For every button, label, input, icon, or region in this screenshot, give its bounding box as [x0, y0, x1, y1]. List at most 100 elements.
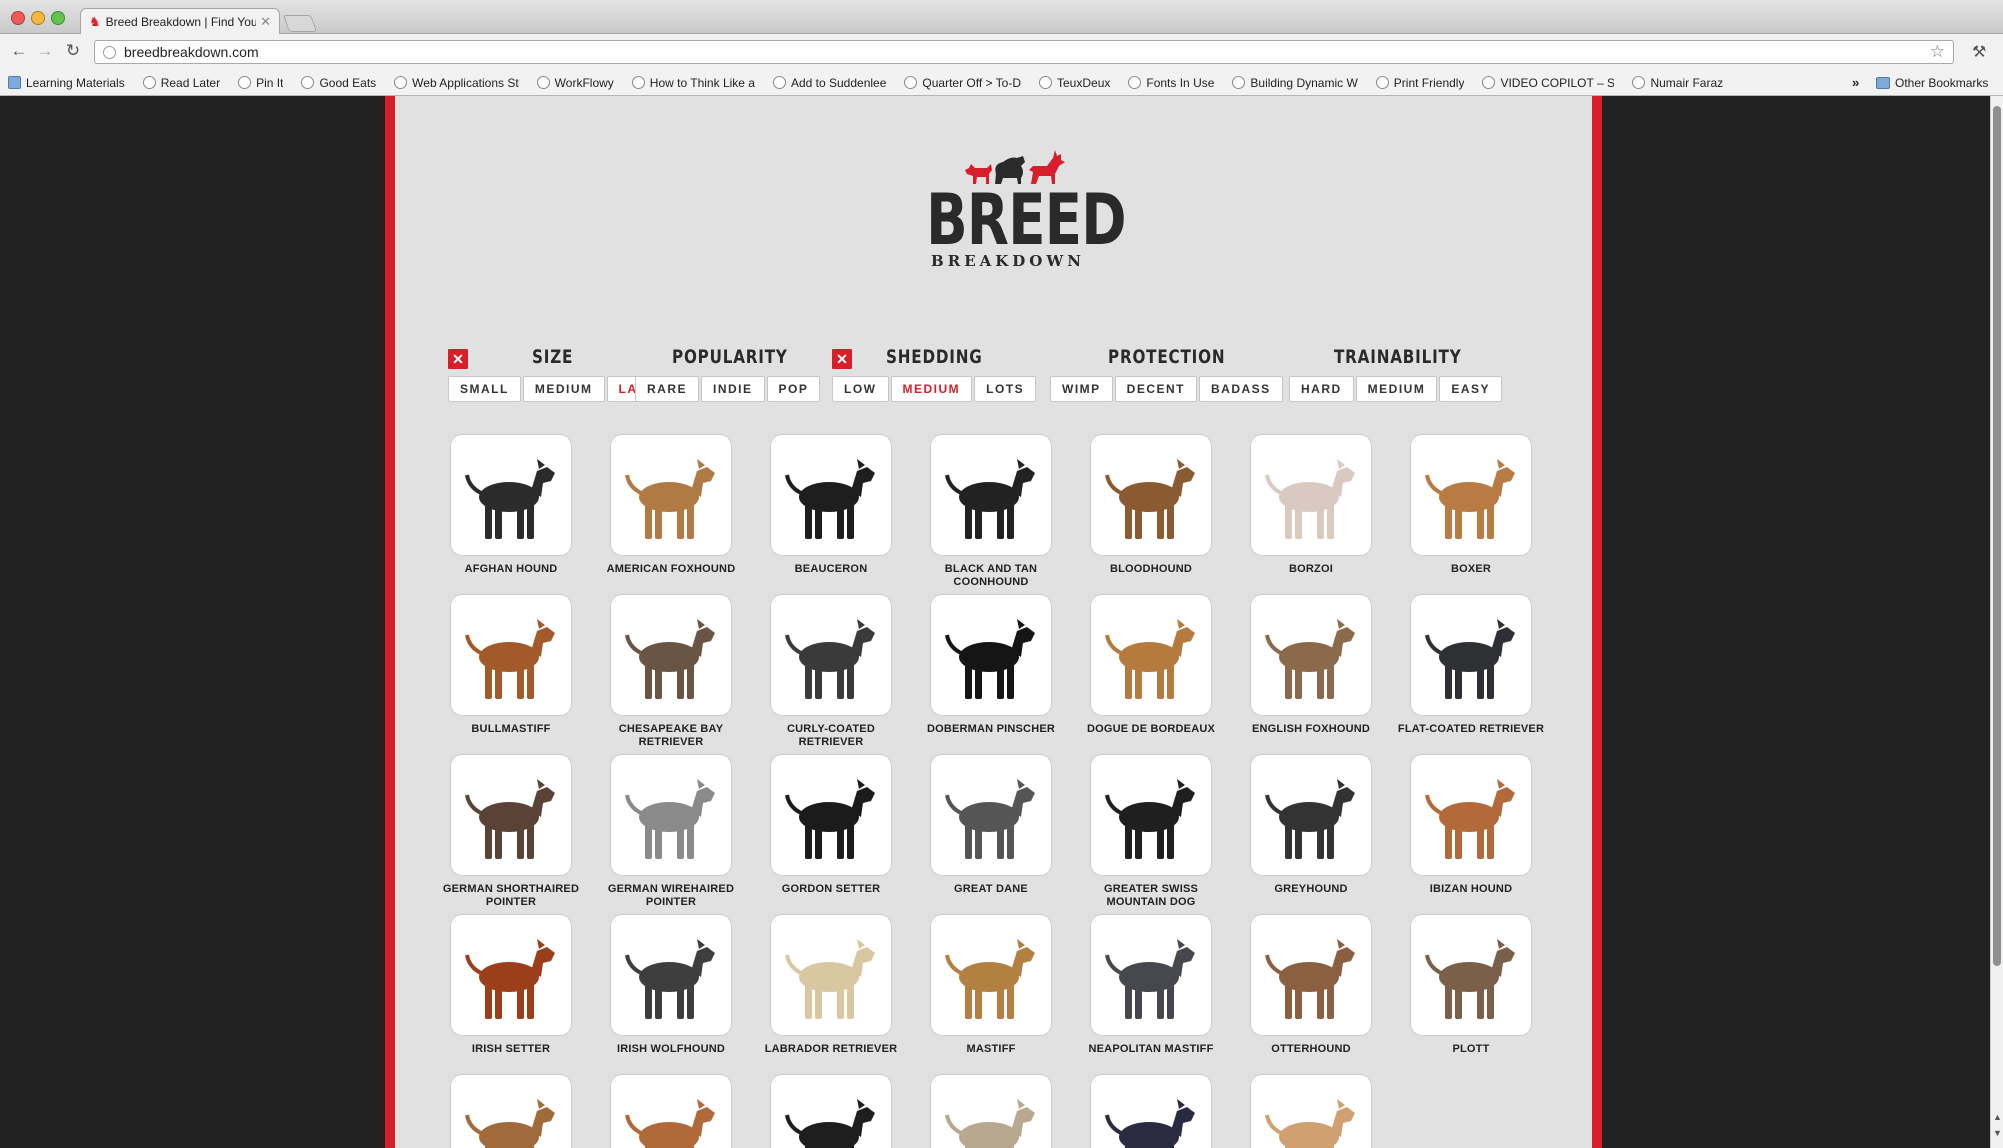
- breed-card[interactable]: DOGUE DE BORDEAUX: [1087, 594, 1215, 736]
- window-zoom-button[interactable]: [51, 11, 65, 25]
- breed-card[interactable]: [609, 1074, 733, 1148]
- breed-photo[interactable]: [1090, 914, 1212, 1036]
- size-option-small[interactable]: SMALL: [448, 376, 521, 402]
- shedding-option-low[interactable]: LOW: [832, 376, 889, 402]
- trainability-option-medium[interactable]: MEDIUM: [1355, 376, 1438, 402]
- breed-name[interactable]: ENGLISH FOXHOUND: [1236, 723, 1386, 736]
- breed-card[interactable]: LABRADOR RETRIEVER: [765, 914, 897, 1056]
- breed-photo[interactable]: [770, 1074, 892, 1148]
- breed-name[interactable]: GREATER SWISS MOUNTAIN DOG: [1076, 883, 1226, 909]
- breed-photo[interactable]: [1250, 914, 1372, 1036]
- breed-card[interactable]: IRISH SETTER: [449, 914, 573, 1056]
- bookmark-item[interactable]: Read Later: [142, 76, 220, 90]
- breed-photo[interactable]: [1250, 434, 1372, 556]
- bookmark-item[interactable]: Pin It: [238, 76, 283, 90]
- breed-card[interactable]: CHESAPEAKE BAY RETRIEVER: [609, 594, 733, 749]
- breed-card[interactable]: [929, 1074, 1053, 1148]
- tab-close-icon[interactable]: ✕: [260, 14, 271, 30]
- breed-card[interactable]: NEAPOLITAN MASTIFF: [1089, 914, 1213, 1056]
- breed-card[interactable]: IRISH WOLFHOUND: [609, 914, 733, 1056]
- breed-card[interactable]: BORZOI: [1249, 434, 1373, 576]
- page-scrollbar[interactable]: ▲ ▼: [1990, 96, 2003, 1148]
- breed-card[interactable]: GERMAN SHORTHAIRED POINTER: [443, 754, 579, 909]
- breed-photo[interactable]: [1250, 594, 1372, 716]
- breed-name[interactable]: GERMAN SHORTHAIRED POINTER: [436, 883, 586, 909]
- breed-card[interactable]: GORDON SETTER: [769, 754, 893, 896]
- breed-card[interactable]: BEAUCERON: [769, 434, 893, 576]
- bookmark-item[interactable]: Numair Faraz: [1632, 76, 1723, 90]
- breed-photo[interactable]: [450, 914, 572, 1036]
- breed-name[interactable]: CURLY-COATED RETRIEVER: [756, 723, 906, 749]
- breed-card[interactable]: GREAT DANE: [929, 754, 1053, 896]
- forward-arrow-icon[interactable]: →: [34, 40, 56, 62]
- breed-card[interactable]: BLACK AND TAN COONHOUND: [929, 434, 1053, 589]
- breed-photo[interactable]: [930, 434, 1052, 556]
- shedding-option-lots[interactable]: LOTS: [974, 376, 1037, 402]
- breed-photo[interactable]: [1250, 754, 1372, 876]
- scrollbar-thumb[interactable]: [1993, 106, 2001, 966]
- wrench-icon[interactable]: ⚒: [1972, 42, 1986, 62]
- breed-card[interactable]: BULLMASTIFF: [449, 594, 573, 736]
- breed-name[interactable]: BLOODHOUND: [1076, 563, 1226, 576]
- bookmark-item[interactable]: Quarter Off > To-D: [904, 76, 1021, 90]
- breed-card[interactable]: MASTIFF: [929, 914, 1053, 1056]
- breed-photo[interactable]: [1090, 594, 1212, 716]
- breed-card[interactable]: [449, 1074, 573, 1148]
- breed-card[interactable]: AMERICAN FOXHOUND: [607, 434, 735, 576]
- breed-photo[interactable]: [1250, 1074, 1372, 1148]
- bookmark-item[interactable]: TeuxDeux: [1039, 76, 1110, 90]
- bookmark-item[interactable]: Print Friendly: [1375, 76, 1464, 90]
- breed-name[interactable]: OTTERHOUND: [1236, 1043, 1386, 1056]
- breed-photo[interactable]: [450, 754, 572, 876]
- size-option-medium[interactable]: MEDIUM: [522, 376, 605, 402]
- clear-shedding-filter-button[interactable]: ✕: [832, 349, 852, 369]
- breed-card[interactable]: [1249, 1074, 1373, 1148]
- new-tab-button[interactable]: [282, 15, 318, 32]
- breed-card[interactable]: BLOODHOUND: [1089, 434, 1213, 576]
- protection-option-decent[interactable]: DECENT: [1114, 376, 1198, 402]
- address-bar[interactable]: breedbreakdown.com ☆: [94, 40, 1954, 64]
- other-bookmarks-folder[interactable]: Other Bookmarks: [1876, 76, 1988, 90]
- breed-photo[interactable]: [450, 434, 572, 556]
- breed-name[interactable]: DOBERMAN PINSCHER: [916, 723, 1066, 736]
- breed-name[interactable]: BLACK AND TAN COONHOUND: [916, 563, 1066, 589]
- clear-size-filter-button[interactable]: ✕: [448, 349, 468, 369]
- breed-card[interactable]: GERMAN WIREHAIRED POINTER: [608, 754, 734, 909]
- bookmark-item[interactable]: Learning Materials: [8, 76, 125, 90]
- breed-photo[interactable]: [1410, 594, 1532, 716]
- breed-name[interactable]: MASTIFF: [916, 1043, 1066, 1056]
- breed-photo[interactable]: [610, 1074, 732, 1148]
- breed-photo[interactable]: [930, 754, 1052, 876]
- breed-card[interactable]: GREATER SWISS MOUNTAIN DOG: [1089, 754, 1213, 909]
- breed-photo[interactable]: [930, 1074, 1052, 1148]
- breed-card[interactable]: [769, 1074, 893, 1148]
- breed-name[interactable]: BORZOI: [1236, 563, 1386, 576]
- bookmark-item[interactable]: How to Think Like a: [631, 76, 755, 90]
- browser-tab[interactable]: ♞ Breed Breakdown | Find Your ✕: [80, 8, 280, 35]
- scroll-up-arrow-icon[interactable]: ▲: [1993, 1112, 2002, 1122]
- breed-card[interactable]: AFGHAN HOUND: [449, 434, 573, 576]
- bookmark-item[interactable]: VIDEO COPILOT – Sc: [1482, 76, 1614, 90]
- breed-name[interactable]: GREAT DANE: [916, 883, 1066, 896]
- bookmark-item[interactable]: Add to Suddenlee: [772, 76, 886, 90]
- breed-card[interactable]: ENGLISH FOXHOUND: [1249, 594, 1373, 736]
- breed-card[interactable]: GREYHOUND: [1249, 754, 1373, 896]
- breed-photo[interactable]: [930, 914, 1052, 1036]
- breed-name[interactable]: GERMAN WIREHAIRED POINTER: [596, 883, 746, 909]
- bookmark-item[interactable]: Good Eats: [301, 76, 376, 90]
- breed-name[interactable]: PLOTT: [1396, 1043, 1546, 1056]
- breed-photo[interactable]: [770, 594, 892, 716]
- breed-name[interactable]: BEAUCERON: [756, 563, 906, 576]
- popularity-option-pop[interactable]: POP: [766, 376, 821, 402]
- breed-card[interactable]: BOXER: [1409, 434, 1533, 576]
- breed-photo[interactable]: [930, 594, 1052, 716]
- url-text[interactable]: breedbreakdown.com: [124, 44, 1930, 60]
- breed-name[interactable]: DOGUE DE BORDEAUX: [1076, 723, 1226, 736]
- breed-photo[interactable]: [770, 754, 892, 876]
- breed-photo[interactable]: [1410, 754, 1532, 876]
- breed-name[interactable]: NEAPOLITAN MASTIFF: [1076, 1043, 1226, 1056]
- window-minimize-button[interactable]: [31, 11, 45, 25]
- protection-option-badass[interactable]: BADASS: [1199, 376, 1283, 402]
- bookmark-item[interactable]: Web Applications St: [394, 76, 519, 90]
- breed-name[interactable]: BOXER: [1396, 563, 1546, 576]
